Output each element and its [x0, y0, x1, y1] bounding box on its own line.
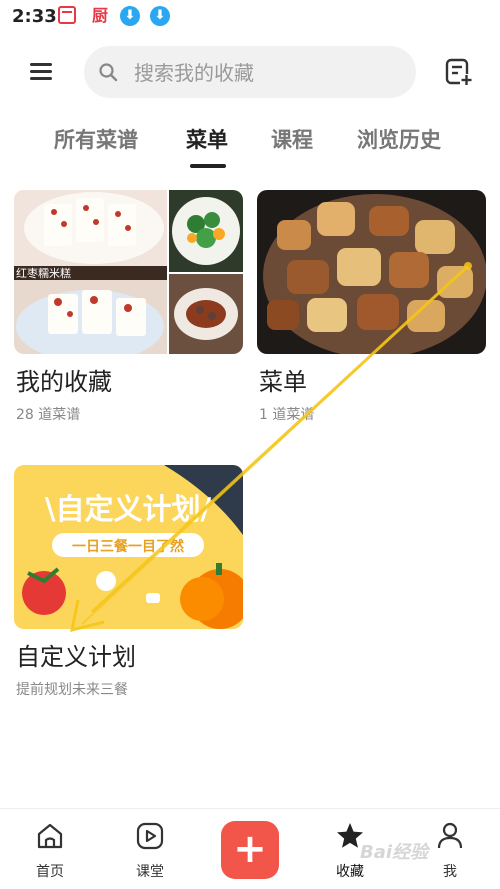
favorites-collage: 红枣糯米糕 [14, 190, 243, 354]
menu-cover-image [257, 190, 486, 354]
active-tab-indicator [190, 164, 226, 168]
status-bar: 2:33 厨 ⬇ ⬇ [0, 0, 500, 34]
search-icon [99, 63, 118, 82]
nav-label: 首页 [36, 864, 64, 880]
collection-card-menu[interactable]: 菜单 1 道菜谱 [257, 190, 486, 430]
collection-title: 自定义计划 [16, 643, 136, 671]
nav-label: 收藏 [336, 864, 364, 880]
watermark: Bai经验 [360, 842, 429, 863]
custom-plan-banner: \自定义计划/ 一日三餐一目了然 [14, 465, 243, 629]
collection-card-favorites[interactable]: 红枣糯米糕 我的收藏 28 道菜谱 [14, 190, 243, 430]
nav-label: 我 [443, 864, 457, 880]
download-icon: ⬇ [120, 6, 140, 26]
download-icon: ⬇ [150, 6, 170, 26]
calendar-icon [58, 6, 76, 24]
header [0, 44, 500, 100]
collection-card-custom-plan[interactable]: \自定义计划/ 一日三餐一目了然 自定义计划 提前规划未来三餐 [14, 465, 243, 705]
user-icon [437, 822, 463, 849]
status-time: 2:33 [12, 6, 57, 27]
tab-bar: 所有菜谱 菜单 课程 浏览历史 [0, 124, 500, 174]
banner-tagline: 一日三餐一目了然 [72, 538, 184, 555]
tab-history[interactable]: 浏览历史 [357, 124, 441, 154]
banner-title: \自定义计划/ [45, 492, 212, 526]
nav-me[interactable]: 我 [420, 821, 480, 887]
nav-class[interactable]: 课堂 [120, 821, 180, 887]
collection-title: 我的收藏 [16, 368, 112, 396]
play-icon [136, 822, 164, 850]
add-list-icon[interactable] [444, 57, 474, 87]
search-input[interactable] [132, 46, 396, 100]
chef-app-icon: 厨 [91, 6, 108, 25]
collection-title: 菜单 [259, 368, 307, 396]
tab-all-recipes[interactable]: 所有菜谱 [54, 124, 138, 154]
collection-count: 1 道菜谱 [259, 407, 315, 423]
plus-icon: + [233, 826, 267, 872]
tab-menus[interactable]: 菜单 [186, 124, 228, 154]
collection-description: 提前规划未来三餐 [16, 682, 128, 698]
search-bar[interactable] [84, 46, 416, 100]
hamburger-menu-icon[interactable] [30, 63, 52, 81]
nav-home[interactable]: 首页 [20, 821, 80, 887]
collection-count: 28 道菜谱 [16, 407, 81, 423]
add-button[interactable]: + [221, 821, 279, 879]
home-icon [37, 823, 63, 849]
collage-caption: 红枣糯米糕 [16, 266, 71, 280]
nav-label: 课堂 [136, 864, 164, 880]
tab-courses[interactable]: 课程 [271, 124, 313, 154]
